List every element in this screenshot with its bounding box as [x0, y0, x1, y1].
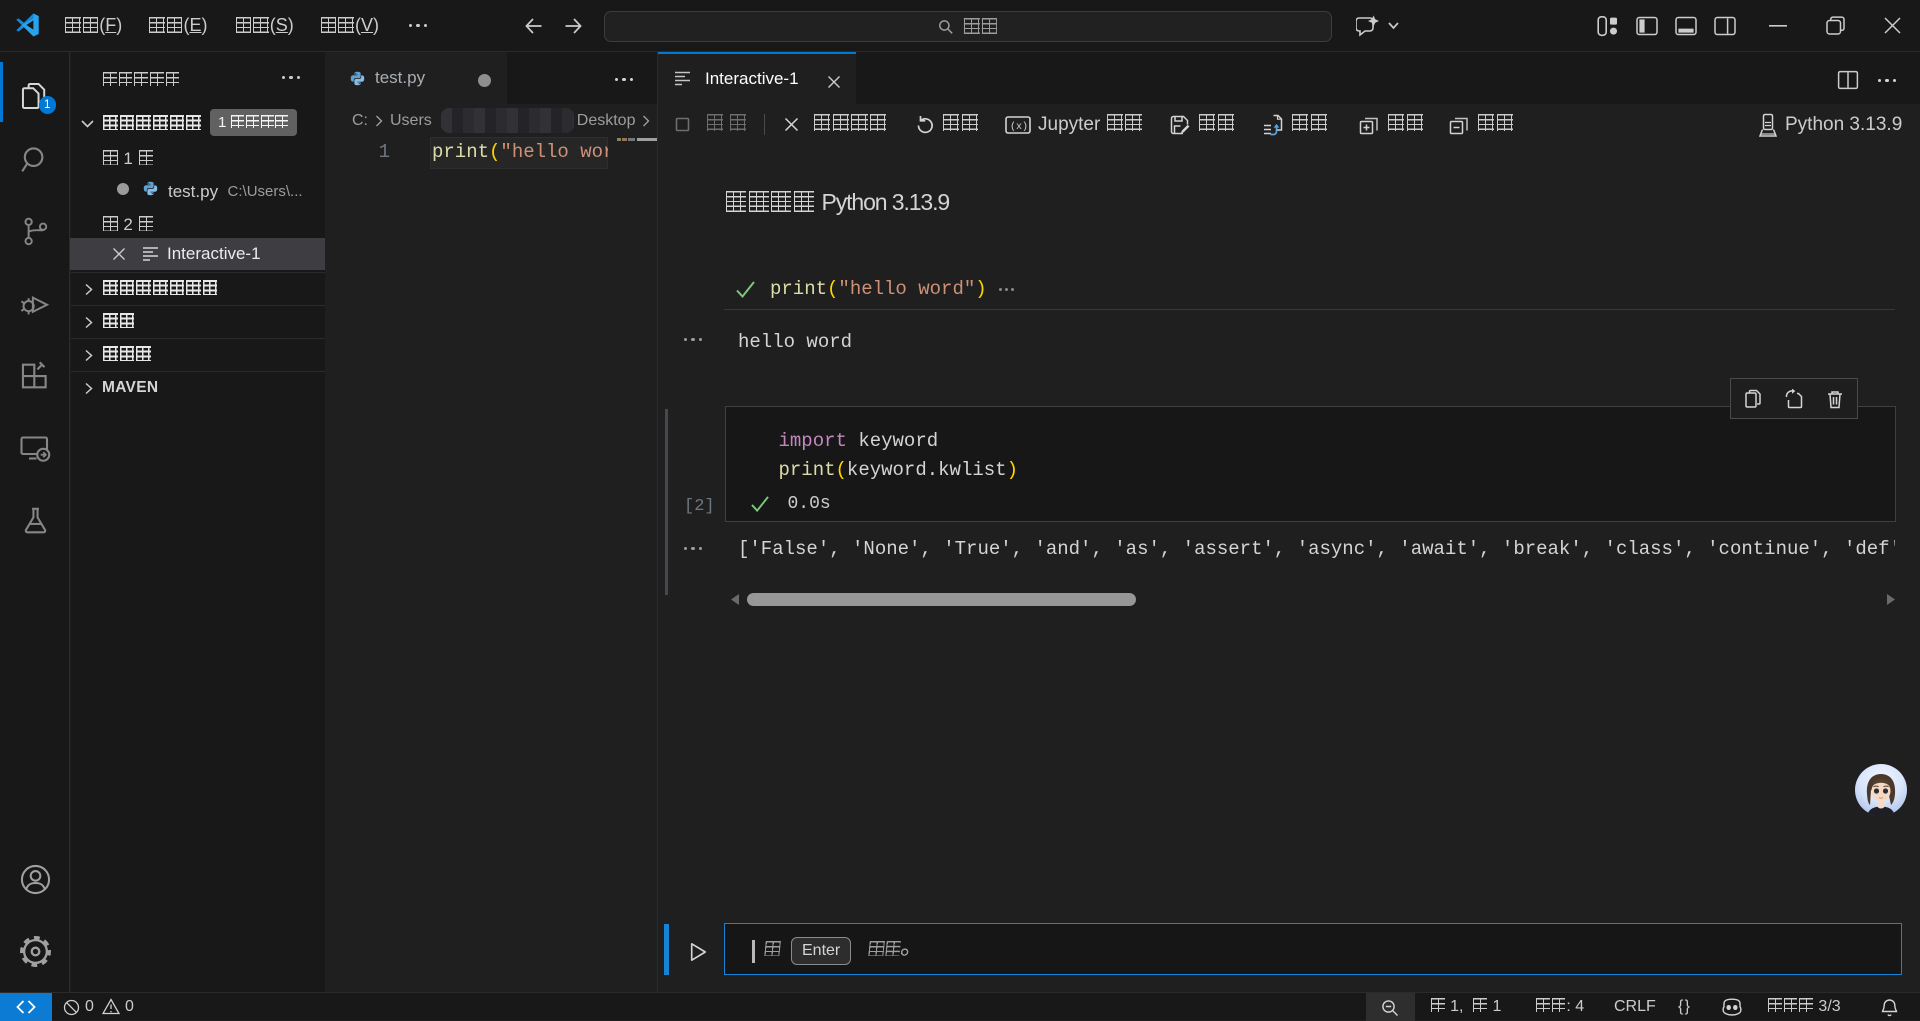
svg-text:(x): (x) [1010, 121, 1028, 133]
